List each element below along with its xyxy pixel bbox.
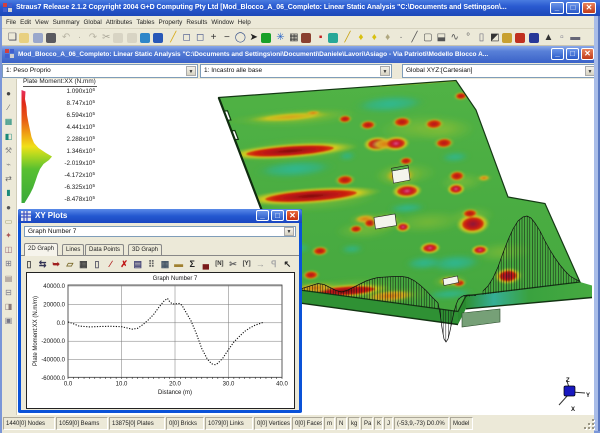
svg-text:0.0: 0.0 <box>64 382 73 388</box>
svg-text:30.0: 30.0 <box>223 382 235 388</box>
svg-text:Graph Number 7: Graph Number 7 <box>153 276 198 282</box>
svg-text:20.0: 20.0 <box>169 382 181 388</box>
svg-text:-20000.0: -20000.0 <box>41 339 65 345</box>
svg-text:0.0: 0.0 <box>57 321 66 327</box>
svg-text:-60000.0: -60000.0 <box>41 376 65 382</box>
svg-text:-40000.0: -40000.0 <box>41 358 65 364</box>
svg-text:Distance (m): Distance (m) <box>158 390 192 396</box>
svg-text:10.0: 10.0 <box>116 382 128 388</box>
svg-text:Plate Moment:XX (N.m/m): Plate Moment:XX (N.m/m) <box>33 296 39 366</box>
svg-text:40.0: 40.0 <box>276 382 288 388</box>
svg-text:40000.0: 40000.0 <box>43 284 65 290</box>
svg-text:20000.0: 20000.0 <box>43 302 65 308</box>
